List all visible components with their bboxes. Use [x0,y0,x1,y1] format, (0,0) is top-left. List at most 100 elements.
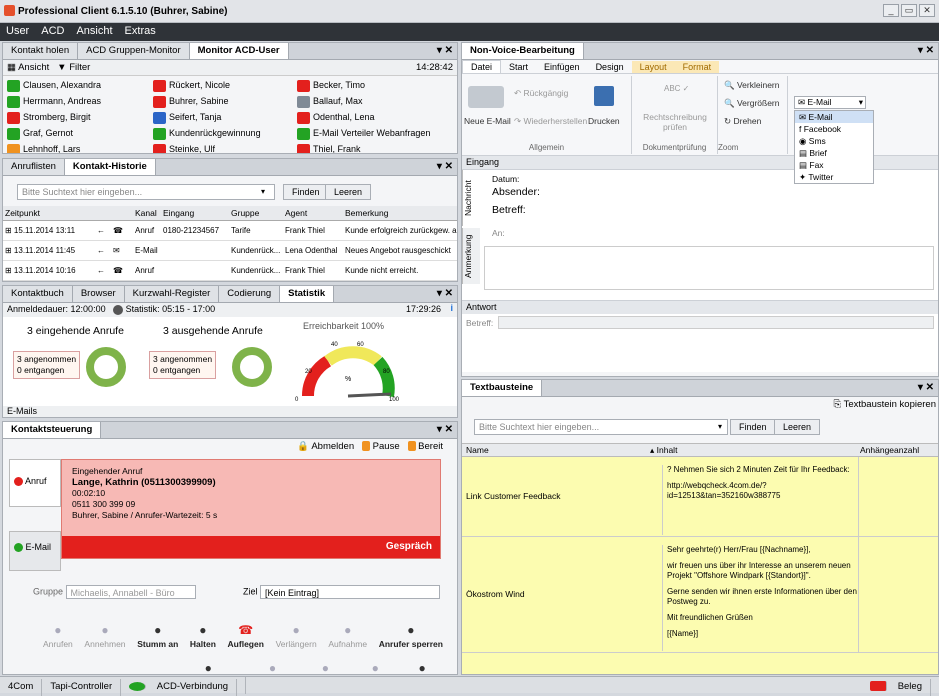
tab-statistik[interactable]: Statistik [280,286,335,302]
tab-kontakt-holen[interactable]: Kontakt holen [3,43,79,59]
call-action-button[interactable]: ●Konsultieren [302,661,349,674]
textblock-clear-button[interactable]: Leeren [774,419,821,435]
history-column-header[interactable]: Agent [283,206,343,220]
table-row[interactable]: ⊞ 13.11.2014 10:16 ← ☎ Anruf Kundenrück... Fr… [3,260,457,280]
call-action-button[interactable]: ●Weiterleiten [250,661,295,674]
undo-button[interactable]: ↶ Rückgängig [514,88,568,99]
panel-close-icon[interactable]: ▾ ✕ [918,382,934,393]
view-button[interactable]: ▦ Ansicht [7,62,49,73]
history-column-header[interactable] [111,206,133,220]
table-row[interactable]: ⊞ 15.11.2014 13:11 ← ☎ Anruf 0180-21234567 Ta… [3,220,457,240]
rotate-button[interactable]: ↻ Drehen [724,116,761,127]
contact-entry[interactable]: Odenthal, Lena [297,110,375,124]
call-action-button[interactable]: ● Annehmen [84,623,125,649]
history-column-header[interactable]: Gruppe [229,206,283,220]
call-action-button[interactable]: ● Anrufen [43,623,73,649]
panel-close-icon[interactable]: ▾ ✕ [437,288,453,299]
channel-option[interactable]: ▤ Brief [795,147,873,159]
channel-option[interactable]: ▤ Fax [795,159,873,171]
tab-browser[interactable]: Browser [72,286,125,302]
panel-close-icon[interactable]: ▾ ✕ [918,45,934,56]
menu-acd[interactable]: ACD [35,23,70,39]
contact-entry[interactable]: E-Mail Verteiler Webanfragen [297,126,430,140]
call-action-button[interactable]: ● Verlängern [276,623,317,649]
info-icon[interactable]: i [450,303,453,313]
tab-anruflisten[interactable]: Anruflisten [3,159,65,175]
tab-kontakt-historie[interactable]: Kontakt-Historie [64,159,156,175]
ribbon-tab[interactable]: Design [588,61,632,73]
panel-close-icon[interactable]: ▾ ✕ [437,424,453,435]
contact-entry[interactable]: Herrmann, Andreas [7,94,101,108]
textblock-row[interactable]: Link Customer Feedback ? Nehmen Sie sich … [462,457,938,537]
find-button[interactable]: Finden [283,184,329,200]
menu-user[interactable]: User [0,23,35,39]
channel-option[interactable]: ✦ Twitter [795,171,873,183]
zoom-out-button[interactable]: 🔍 Verkleinern [724,80,779,91]
copy-textblock-button[interactable]: ⎘ Textbaustein kopieren [462,397,938,413]
tab-non-voice[interactable]: Non-Voice-Bearbeitung [462,43,584,59]
contact-entry[interactable]: Becker, Timo [297,78,365,92]
channel-option[interactable]: f Facebook [795,123,873,135]
filter-button[interactable]: ▼ Filter [57,62,90,73]
pause-button[interactable]: Pause [362,441,400,452]
reply-subject-input[interactable] [498,316,934,329]
textblock-search-input[interactable]: Bitte Suchtext hier eingeben... [474,419,728,435]
call-action-button[interactable]: ● Aufnahme [328,623,367,649]
call-action-button[interactable]: ● Halten [190,623,216,649]
history-column-header[interactable]: Kanal [133,206,161,220]
tab-acd-gruppen-monitor[interactable]: ACD Gruppen-Monitor [78,43,190,59]
panel-close-icon[interactable]: ▾ ✕ [437,45,453,56]
note-field[interactable] [484,246,934,290]
chevron-down-icon[interactable]: ▾ [718,422,722,431]
logout-button[interactable]: 🔒 Abmelden [297,441,354,452]
contact-entry[interactable]: Graf, Gernot [7,126,73,140]
history-column-header[interactable]: Zeitpunkt [3,206,95,220]
channel-option[interactable]: ◉ Sms [795,135,873,147]
ribbon-tab[interactable]: Einfügen [536,61,588,73]
contact-entry[interactable]: Buhrer, Sabine [153,94,229,108]
ready-button[interactable]: Bereit [407,441,443,452]
active-call-card[interactable]: Eingehender Anruf Lange, Kathrin (051130… [61,459,441,559]
menu-extras[interactable]: Extras [119,23,162,39]
call-channel-tab[interactable]: Anruf [9,459,61,507]
print-button[interactable]: Drucken [588,116,620,126]
contact-entry[interactable]: Rückert, Nicole [153,78,230,92]
status-beleg[interactable]: Beleg [862,677,939,696]
new-email-button[interactable]: Neue E-Mail [464,116,511,126]
contact-entry[interactable]: Steinke, Ulf [153,142,215,153]
panel-close-icon[interactable]: ▾ ✕ [437,161,453,172]
contact-entry[interactable]: Ballauf, Max [297,94,363,108]
history-column-header[interactable]: Bemerkung [343,206,457,220]
zoom-in-button[interactable]: 🔍 Vergrößern [724,98,779,109]
contact-entry[interactable]: Seifert, Tanja [153,110,221,124]
call-action-button[interactable]: ● Anrufer sperren [379,623,443,649]
table-row[interactable]: ⊞ 13.11.2014 11:45 ← ✉ E-Mail Kundenrück... L… [3,240,457,260]
contact-entry[interactable]: Stromberg, Birgit [7,110,91,124]
contact-entry[interactable]: Thiel, Frank [297,142,361,153]
tab-monitor-acd-user[interactable]: Monitor ACD-User [189,43,289,59]
target-select[interactable]: [Kein Eintrag] [260,585,441,599]
col-attachments[interactable]: Anhängeanzahl [860,445,919,455]
tab-kontaktsteuerung[interactable]: Kontaktsteuerung [3,422,102,438]
close-button[interactable]: ✕ [919,4,935,17]
call-action-button[interactable]: ☎ Auflegen [228,623,264,649]
textblock-row[interactable]: Ökostrom Wind Sehr geehrte(r) Herr/Frau [… [462,537,938,653]
contact-entry[interactable]: Clausen, Alexandra [7,78,101,92]
call-action-button[interactable]: ● Stumm an [137,623,178,649]
clear-button[interactable]: Leeren [325,184,372,200]
email-channel-tab[interactable]: E-Mail [9,531,61,571]
channel-select[interactable]: ✉ E-Mail ▾ [794,96,866,109]
minimize-button[interactable]: _ [883,4,899,17]
col-content[interactable]: ▴ Inhalt [650,445,677,456]
history-column-header[interactable] [95,206,111,220]
contact-entry[interactable]: Lehnhoff, Lars [7,142,80,153]
menu-ansicht[interactable]: Ansicht [70,23,118,39]
spellcheck-button[interactable]: Rechtschreibung prüfen [636,112,714,132]
tab-kontaktbuch[interactable]: Kontaktbuch [3,286,73,302]
tab-kurzwahl-register[interactable]: Kurzwahl-Register [124,286,220,302]
history-column-header[interactable]: Eingang [161,206,229,220]
contact-entry[interactable]: Kundenrückgewinnung [153,126,261,140]
tab-textbausteine[interactable]: Textbausteine [462,380,543,396]
tab-codierung[interactable]: Codierung [219,286,281,302]
col-name[interactable]: Name [466,445,489,455]
